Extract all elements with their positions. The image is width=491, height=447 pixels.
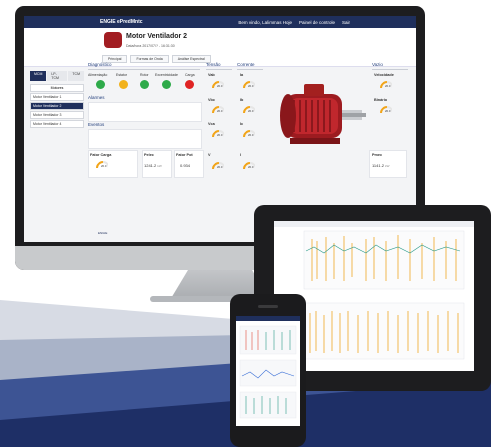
phone-speaker [258, 305, 278, 308]
gauge-label-ic: Ic [240, 122, 244, 126]
nav-tab-lp-tcm[interactable]: LP-TCM [47, 71, 68, 81]
tensao-title: Tensão [206, 62, 221, 67]
divider [237, 69, 263, 70]
lamp-label-alimentacao: Alimentação [88, 73, 108, 77]
welcome-link[interactable]: Bem vindo, Lalimmas Hoje [238, 20, 292, 25]
eventos-panel [88, 129, 202, 149]
pmec-label: Pmec [372, 153, 383, 157]
gauge-label-v: V [208, 153, 211, 157]
gauge-value: 20.0 [217, 109, 223, 113]
gauge-value: 20.0 [101, 164, 107, 168]
status-lamp-rotor [140, 80, 149, 89]
lamp-label-excentricidade: Excentricidade [155, 73, 178, 77]
sidebar-item-motor-1[interactable]: Motor Ventilador 1 [30, 93, 84, 101]
sidebar-header: Motores [30, 84, 84, 92]
status-lamp-alimentacao [96, 80, 105, 89]
status-lamp-excentricidade [162, 80, 171, 89]
brand-logo[interactable]: ENGIE ePredMntc [100, 19, 143, 25]
tab-formas-de-onda[interactable]: Formas de Onda [130, 55, 169, 63]
gauge-value: 20.0 [217, 84, 223, 88]
gauge-label-vca: Vca [208, 122, 215, 126]
lamp-label-carga: Carga [185, 73, 195, 77]
divider [88, 69, 200, 70]
corrente-title: Corrente [237, 62, 255, 67]
control-panel-link[interactable]: Painel de controle [299, 20, 335, 25]
gauge-value: 20.0 [385, 84, 391, 88]
fator-carga-label: Fator Carga [90, 153, 112, 157]
gauge-label-vab: Vab [208, 73, 215, 77]
alarmes-panel [88, 102, 202, 122]
motor-thumbnail [104, 32, 122, 48]
gauge-label-i: I [240, 153, 242, 157]
motor-title: Motor Ventilador 2 [126, 33, 188, 40]
gauge-value: 20.0 [248, 165, 254, 169]
sidebar-item-motor-4[interactable]: Motor Ventilador 4 [30, 120, 84, 128]
eventos-title: Eventos [88, 122, 105, 127]
gauge-label-velocidade: Velocidade [374, 73, 394, 77]
fator-pot-value: 0.934 [180, 163, 191, 168]
gauge-value: 20.0 [385, 109, 391, 113]
lamp-label-rotor: Rotor [140, 73, 149, 77]
gauge-value: 20.0 [217, 133, 223, 137]
phone-screen-charts [236, 316, 300, 426]
sidebar: MCM LP-TCM TCM Motores Motor Ventilador … [30, 71, 84, 129]
diagnostico-title: Diagnóstico [88, 62, 112, 67]
nav-tab-tcm[interactable]: TCM [68, 71, 84, 81]
fator-pot-label: Fator Pot [176, 153, 193, 157]
gauge-label-ia: Ia [240, 73, 244, 77]
pelec-label: Pelec [144, 153, 154, 157]
lamp-label-estator: Estator [116, 73, 128, 77]
pmec-value: 1141.2 kW [372, 163, 390, 168]
gauge-value: 20.0 [248, 109, 254, 113]
gauge-value: 20.0 [248, 133, 254, 137]
gauge-value: 20.0 [248, 84, 254, 88]
status-lamp-carga [185, 80, 194, 89]
vazio-title: Vazio [372, 62, 383, 67]
footer-logo: ENGIE [98, 231, 108, 235]
nav-tab-mcm[interactable]: MCM [30, 71, 47, 81]
gauge-label-vbc: Vbc [208, 98, 215, 102]
alarmes-title: Alarmes [88, 95, 105, 100]
pelec-value: 1241.2 kW [144, 163, 162, 168]
motor-timestamp: Data/hora 2017/07/? - 16:31:30 [126, 44, 175, 48]
gauge-value: 20.0 [217, 165, 223, 169]
top-navbar: ENGIE ePredMntc Bem vindo, Lalimmas Hoje… [24, 16, 416, 28]
divider [372, 69, 408, 70]
divider [206, 69, 232, 70]
sidebar-item-motor-3[interactable]: Motor Ventilador 3 [30, 111, 84, 119]
motor-image [280, 84, 366, 144]
status-lamp-estator [119, 80, 128, 89]
gauge-label-ib: Ib [240, 98, 244, 102]
tab-analise-espectral[interactable]: Análise Espectral [171, 55, 211, 63]
sidebar-item-motor-2[interactable]: Motor Ventilador 2 [30, 102, 84, 110]
gauge-label-binario: Binário [374, 98, 388, 102]
logout-link[interactable]: Sair [342, 20, 350, 25]
